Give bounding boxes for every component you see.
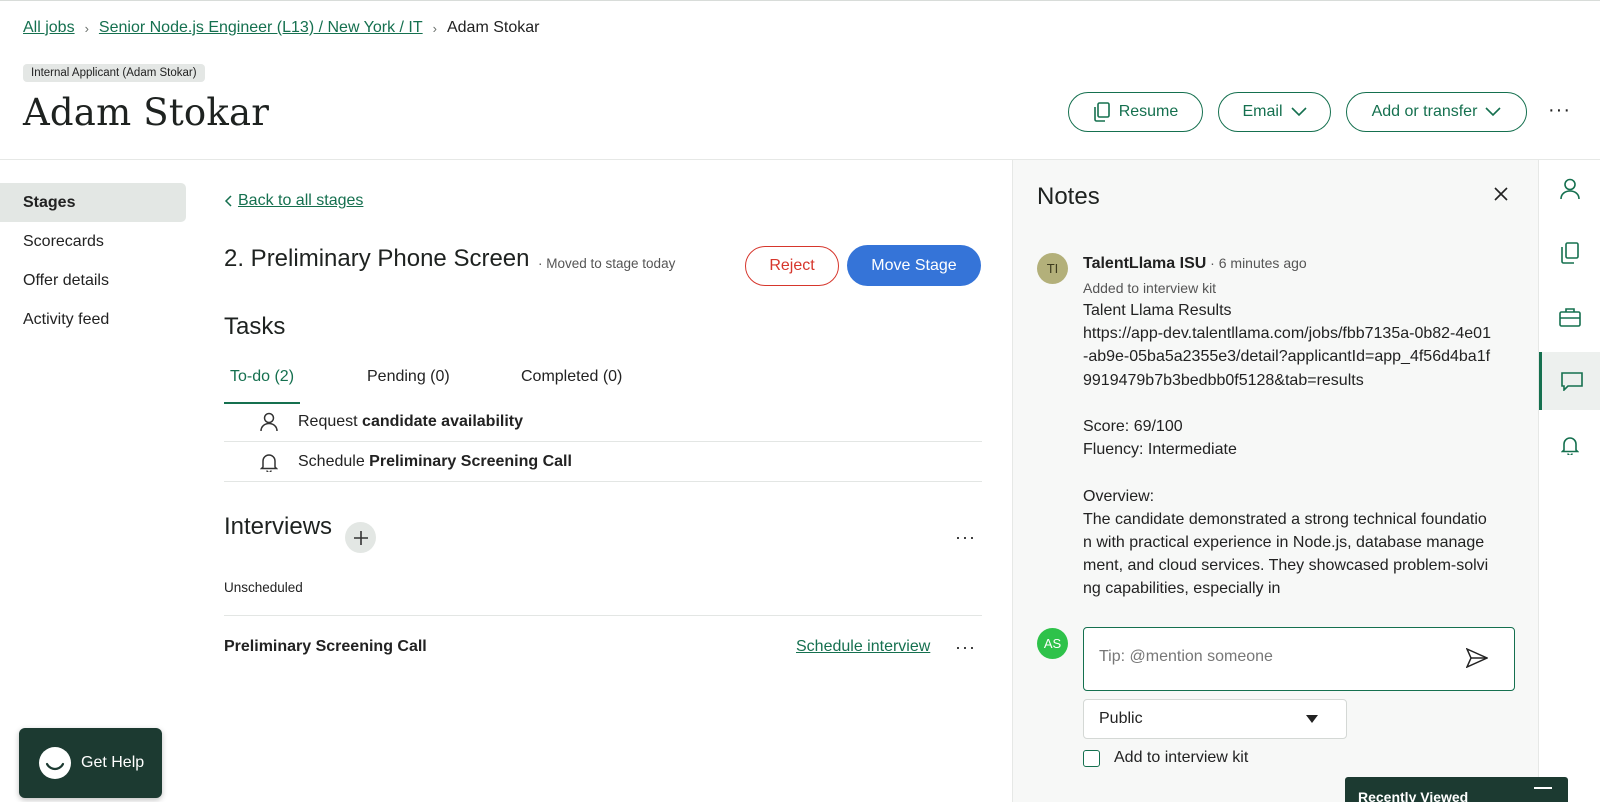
person-icon bbox=[260, 412, 298, 432]
back-link-label: Back to all stages bbox=[238, 192, 364, 209]
chevron-down-icon bbox=[1290, 107, 1307, 117]
checkbox[interactable] bbox=[1083, 749, 1100, 767]
note-input[interactable] bbox=[1099, 648, 1439, 666]
visibility-select[interactable]: Public bbox=[1083, 699, 1347, 739]
stage-moved-meta: · Moved to stage today bbox=[538, 256, 676, 271]
bell-icon bbox=[1561, 437, 1579, 455]
add-or-transfer-label: Add or transfer bbox=[1371, 103, 1478, 120]
documents-icon bbox=[1561, 242, 1579, 264]
chevron-down-icon bbox=[1485, 107, 1501, 117]
candidate-header: All jobs › Senior Node.js Engineer (L13)… bbox=[0, 0, 1600, 160]
internal-applicant-badge: Internal Applicant (Adam Stokar) bbox=[23, 64, 205, 82]
task-row[interactable]: Request candidate availability bbox=[224, 402, 982, 442]
visibility-value: Public bbox=[1099, 710, 1143, 727]
task-row[interactable]: Schedule Preliminary Screening Call bbox=[224, 442, 982, 482]
more-options-icon[interactable]: ··· bbox=[1548, 100, 1571, 120]
page-title: Adam Stokar bbox=[23, 91, 270, 134]
interview-name: Preliminary Screening Call bbox=[224, 638, 427, 655]
unscheduled-label: Unscheduled bbox=[224, 580, 303, 595]
rail-alerts-button[interactable] bbox=[1539, 416, 1600, 474]
rail-profile-button[interactable] bbox=[1539, 160, 1600, 218]
resume-button[interactable]: Resume bbox=[1068, 92, 1203, 132]
person-icon bbox=[1560, 178, 1580, 200]
note-subtitle: Added to interview kit bbox=[1083, 280, 1217, 296]
recently-viewed-bar[interactable]: Recently Viewed bbox=[1345, 777, 1568, 802]
avatar: TI bbox=[1037, 253, 1068, 284]
plus-icon bbox=[353, 530, 368, 545]
interview-row: Preliminary Screening Call Schedule inte… bbox=[224, 615, 982, 671]
move-stage-button[interactable]: Move Stage bbox=[847, 245, 981, 286]
schedule-interview-link[interactable]: Schedule interview bbox=[796, 638, 930, 656]
chat-bubble-icon bbox=[39, 747, 71, 779]
note-body: Talent Llama Results https://app-dev.tal… bbox=[1083, 302, 1491, 598]
chat-icon bbox=[1560, 372, 1583, 391]
reject-button[interactable]: Reject bbox=[745, 246, 839, 286]
left-navigation: Stages Scorecards Offer details Activity… bbox=[0, 183, 186, 339]
caret-down-icon bbox=[1306, 715, 1318, 723]
notes-title: Notes bbox=[1037, 183, 1100, 210]
task-label: candidate availability bbox=[362, 412, 523, 430]
interviews-more-icon[interactable]: ··· bbox=[955, 528, 976, 546]
task-tabs: To-do (2) Pending (0) Completed (0) bbox=[224, 368, 982, 404]
document-icon bbox=[1093, 102, 1110, 122]
interviews-heading: Interviews bbox=[224, 513, 333, 540]
task-label: Preliminary Screening Call bbox=[369, 452, 572, 470]
tab-pending[interactable]: Pending (0) bbox=[361, 368, 456, 404]
nav-item-activity-feed[interactable]: Activity feed bbox=[0, 300, 186, 339]
note-author: TalentLlama ISU · 6 minutes ago bbox=[1083, 255, 1307, 273]
tab-todo[interactable]: To-do (2) bbox=[224, 368, 301, 404]
get-help-label: Get Help bbox=[81, 754, 145, 771]
nav-item-scorecards[interactable]: Scorecards bbox=[0, 222, 186, 261]
briefcase-icon bbox=[1559, 308, 1581, 327]
chevron-left-icon bbox=[224, 195, 232, 207]
add-or-transfer-button[interactable]: Add or transfer bbox=[1346, 92, 1527, 132]
stage-title: 2. Preliminary Phone Screen bbox=[224, 245, 530, 272]
email-label: Email bbox=[1242, 103, 1283, 120]
interview-more-icon[interactable]: ··· bbox=[955, 638, 976, 656]
resume-label: Resume bbox=[1118, 103, 1179, 120]
minimize-icon[interactable] bbox=[1534, 787, 1552, 789]
rail-jobs-button[interactable] bbox=[1539, 288, 1600, 346]
back-to-all-stages-link[interactable]: Back to all stages bbox=[224, 192, 363, 210]
stage-main-panel: Back to all stages 2. Preliminary Phone … bbox=[224, 160, 982, 802]
tasks-heading: Tasks bbox=[224, 313, 286, 340]
note-composer bbox=[1083, 627, 1515, 691]
note-author-name: TalentLlama ISU bbox=[1083, 255, 1207, 272]
breadcrumb-all-jobs-link[interactable]: All jobs bbox=[23, 19, 75, 37]
nav-item-stages[interactable]: Stages bbox=[0, 183, 186, 222]
notes-panel: Notes TI TalentLlama ISU · 6 minutes ago… bbox=[1012, 160, 1538, 802]
close-icon[interactable] bbox=[1493, 186, 1509, 202]
chevron-right-icon: › bbox=[84, 20, 89, 36]
chevron-right-icon: › bbox=[432, 20, 437, 36]
right-rail bbox=[1538, 160, 1600, 802]
email-dropdown-button[interactable]: Email bbox=[1218, 92, 1331, 132]
bell-icon bbox=[260, 452, 298, 472]
checkbox-label: Add to interview kit bbox=[1114, 749, 1249, 766]
task-prefix: Schedule bbox=[298, 452, 370, 470]
nav-item-offer-details[interactable]: Offer details bbox=[0, 261, 186, 300]
send-icon[interactable] bbox=[1466, 648, 1488, 668]
add-interview-button[interactable] bbox=[345, 522, 376, 553]
rail-documents-button[interactable] bbox=[1539, 224, 1600, 282]
breadcrumb-job-link[interactable]: Senior Node.js Engineer (L13) / New York… bbox=[99, 19, 423, 37]
recently-viewed-label: Recently Viewed bbox=[1358, 789, 1469, 802]
rail-notes-button[interactable] bbox=[1539, 352, 1600, 410]
note-timestamp: · 6 minutes ago bbox=[1206, 255, 1307, 271]
breadcrumb-current: Adam Stokar bbox=[446, 19, 540, 36]
get-help-button[interactable]: Get Help bbox=[19, 728, 162, 798]
avatar: AS bbox=[1037, 628, 1068, 659]
tab-completed[interactable]: Completed (0) bbox=[515, 368, 628, 404]
add-to-interview-kit-checkbox[interactable]: Add to interview kit bbox=[1083, 749, 1248, 767]
task-prefix: Request bbox=[298, 412, 363, 430]
breadcrumb: All jobs › Senior Node.js Engineer (L13)… bbox=[23, 19, 539, 37]
